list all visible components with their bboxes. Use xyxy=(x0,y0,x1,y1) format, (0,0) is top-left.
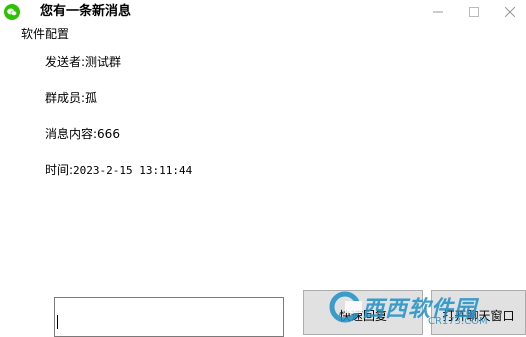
time-label: 时间: xyxy=(45,163,74,177)
window-title: 您有一条新消息 xyxy=(40,4,132,19)
maximize-icon xyxy=(469,7,479,17)
wechat-icon xyxy=(4,4,20,20)
sender-text: 发送者:测试群 xyxy=(45,55,122,69)
watermark-url: CR173.COM xyxy=(428,316,488,327)
close-button[interactable] xyxy=(496,0,524,24)
menu-bar: 软件配置 xyxy=(0,24,526,44)
notification-window: 您有一条新消息 软件配置 发送者:测试群 群成员:孤 消息内容:666 时间:2… xyxy=(0,0,526,337)
minimize-icon xyxy=(433,11,443,13)
time-row: 时间:2023-2-15 13:11:44 xyxy=(45,163,192,178)
minimize-button[interactable] xyxy=(424,0,452,24)
close-icon xyxy=(505,7,515,17)
title-bar: 您有一条新消息 xyxy=(0,0,526,24)
maximize-button[interactable] xyxy=(460,0,488,24)
reply-input[interactable] xyxy=(54,297,284,337)
menu-item-settings[interactable]: 软件配置 xyxy=(21,27,69,42)
site-watermark: 西西软件园 CR173.COM xyxy=(328,282,488,332)
time-value: 2023-2-15 13:11:44 xyxy=(73,164,193,177)
message-content-text: 消息内容:666 xyxy=(45,127,120,141)
members-text: 群成员:孤 xyxy=(45,91,98,105)
watermark-logo-icon xyxy=(329,291,362,323)
text-caret xyxy=(57,315,58,329)
